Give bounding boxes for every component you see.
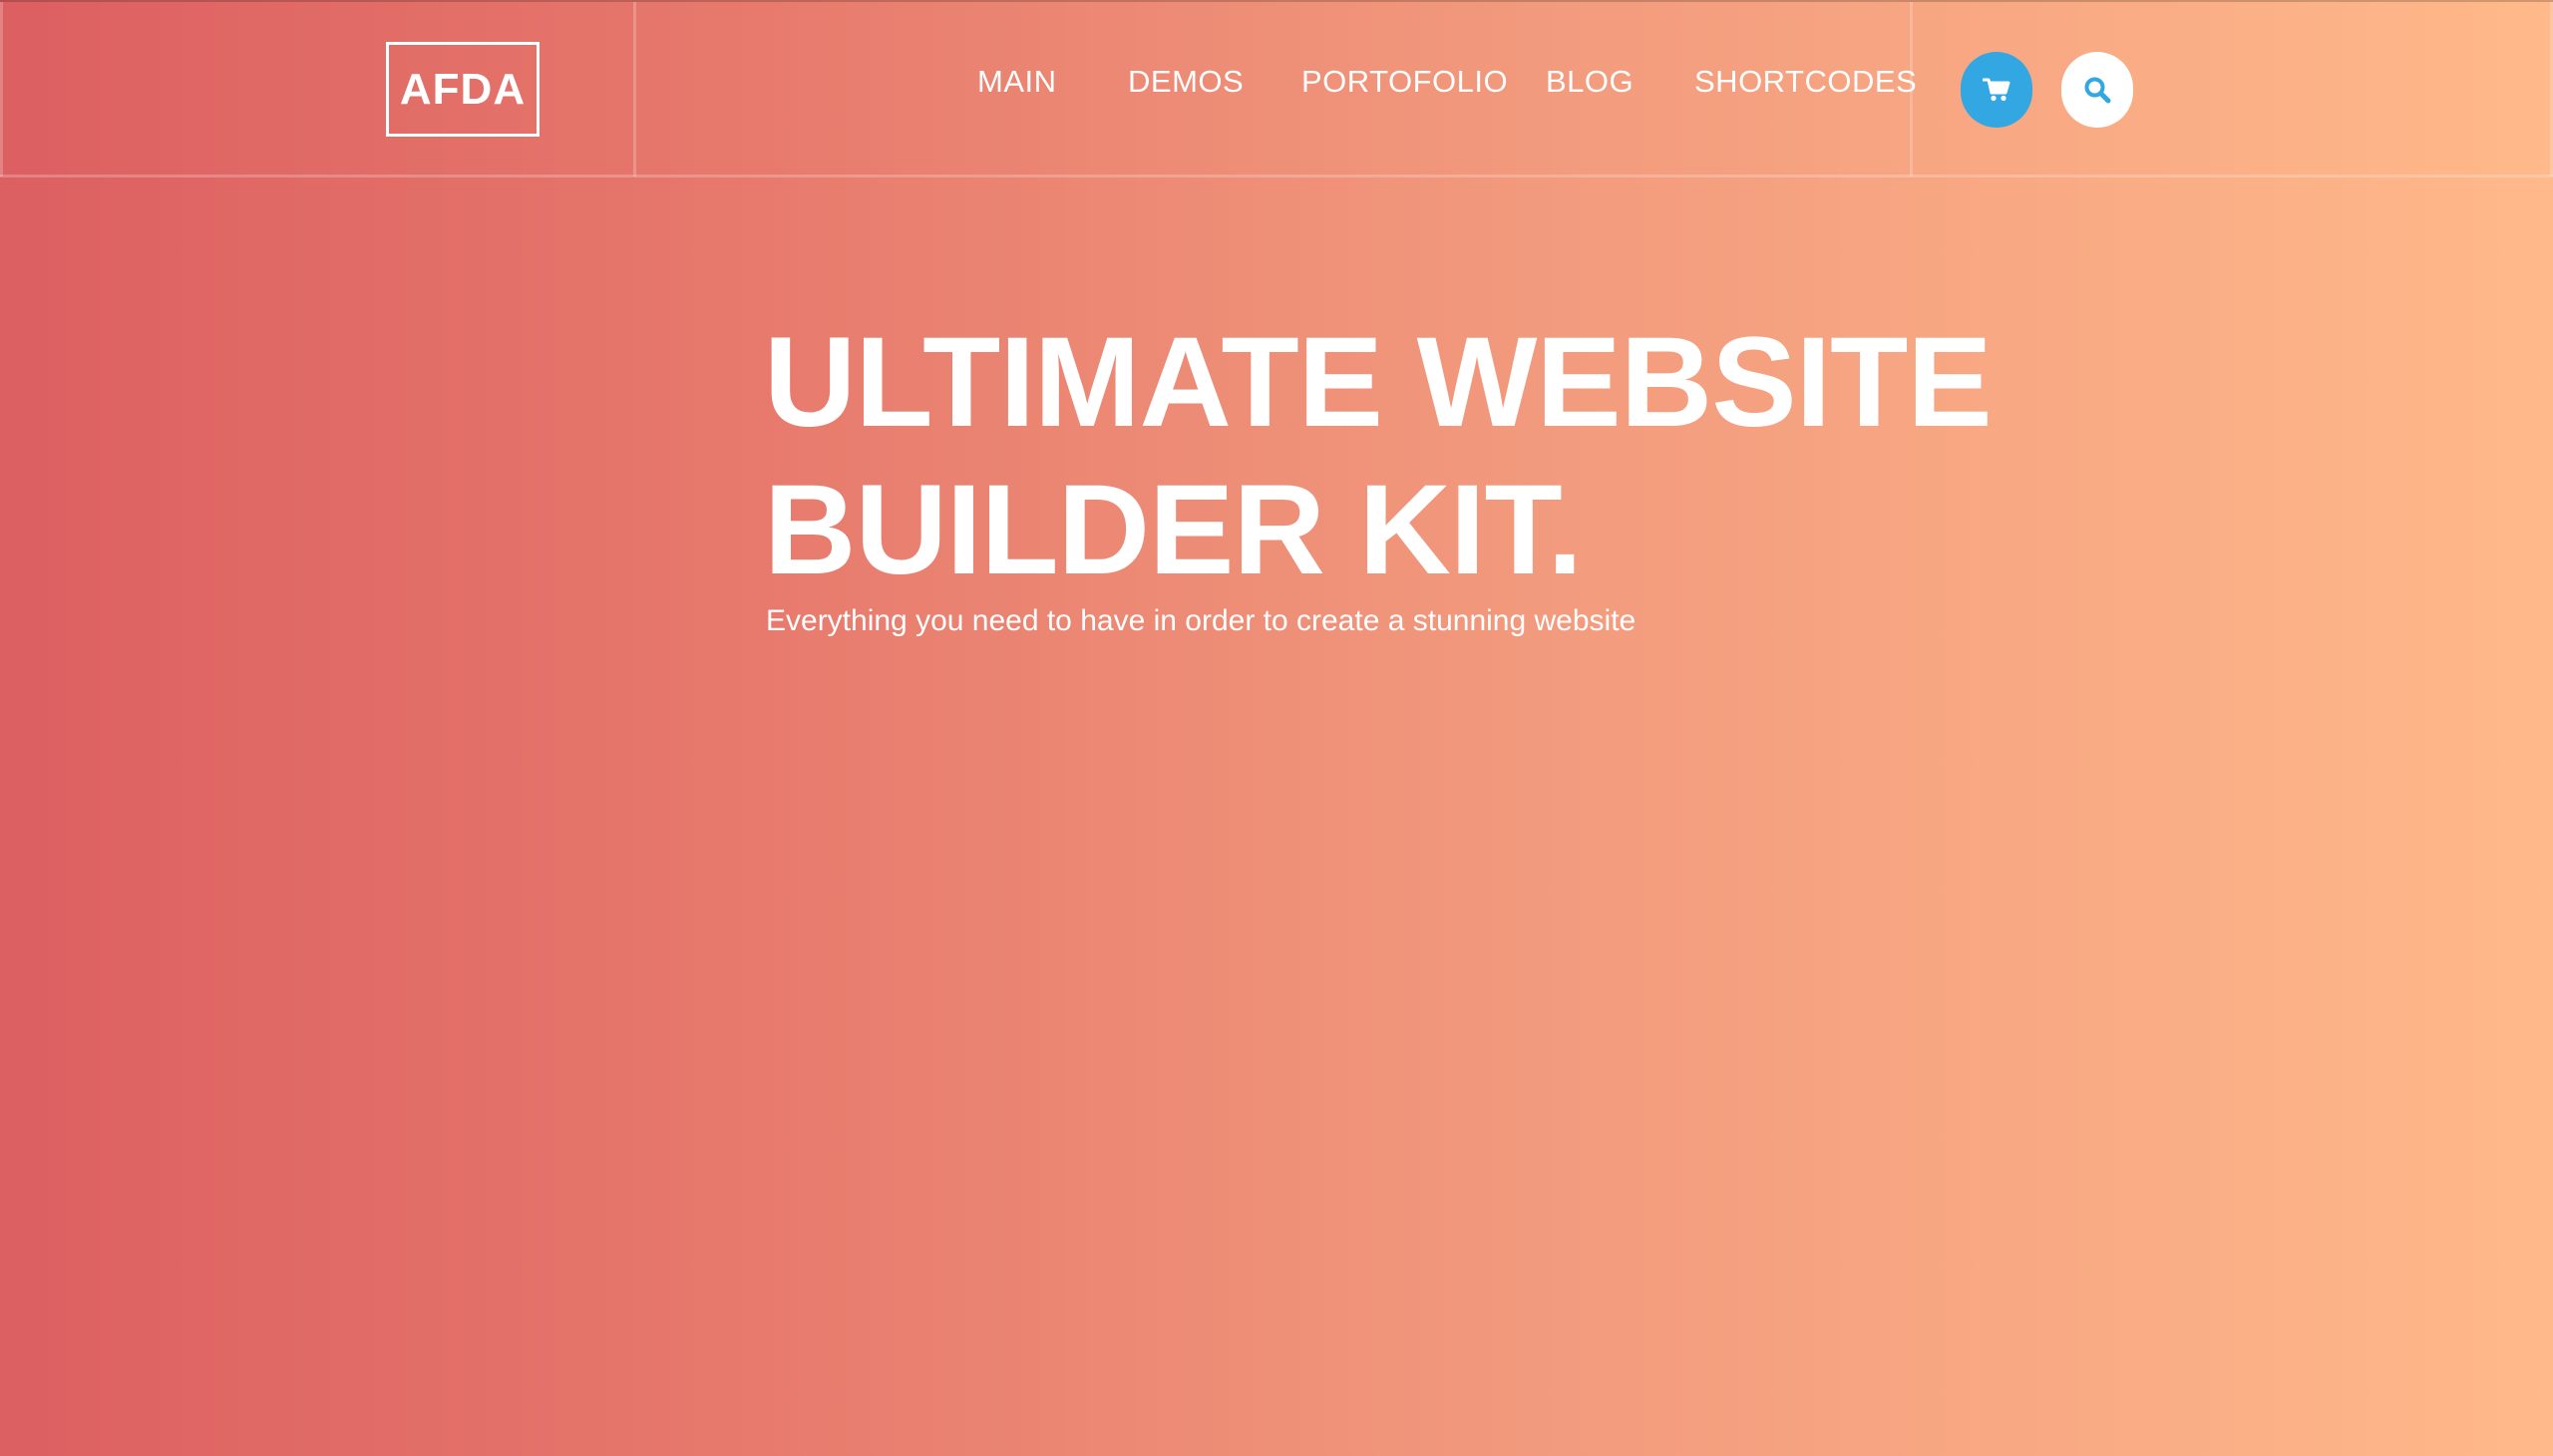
- header-actions: [1913, 2, 2553, 177]
- hero-subtitle: Everything you need to have in order to …: [766, 604, 1637, 637]
- nav-item-demos[interactable]: DEMOS: [1128, 64, 1244, 100]
- search-icon: [2084, 77, 2111, 104]
- site-logo[interactable]: AFDA: [386, 42, 540, 137]
- cart-button[interactable]: [1961, 52, 2032, 128]
- nav-item-portofolio[interactable]: PORTOFOLIO: [1301, 64, 1508, 100]
- nav-item-blog[interactable]: BLOG: [1546, 64, 1634, 100]
- cart-icon: [1983, 78, 2010, 102]
- hero-title: ULTIMATE WEBSITE BUILDER KIT.: [764, 309, 2060, 604]
- search-button[interactable]: [2061, 52, 2133, 128]
- nav-item-shortcodes[interactable]: SHORTCODES: [1694, 64, 1917, 100]
- hero-title-line-2: BUILDER KIT.: [764, 459, 1583, 601]
- main-navigation: MAIN DEMOS PORTOFOLIO BLOG SHORTCODES: [636, 2, 1917, 177]
- site-header: AFDA MAIN DEMOS PORTOFOLIO BLOG SHORTCOD…: [0, 0, 2553, 178]
- nav-menu: MAIN DEMOS PORTOFOLIO BLOG SHORTCODES: [636, 2, 1917, 177]
- nav-item-main[interactable]: MAIN: [977, 64, 1057, 100]
- hero-title-line-1: ULTIMATE WEBSITE: [764, 311, 1993, 454]
- logo-cell: AFDA: [0, 2, 636, 177]
